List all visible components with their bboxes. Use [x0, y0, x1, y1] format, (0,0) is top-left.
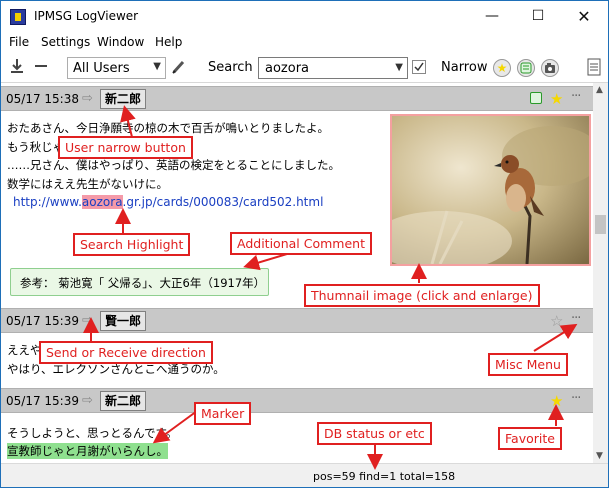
close-button[interactable]: ✕ [561, 1, 607, 32]
comment-filter-icon[interactable] [517, 59, 535, 77]
comment-icon[interactable] [530, 92, 542, 104]
direction-arrow-icon: ⇨ [82, 393, 93, 408]
favorite-star-outline-icon[interactable]: ☆ [550, 312, 563, 330]
pencil-icon[interactable] [171, 59, 185, 75]
menu-settings[interactable]: Settings [41, 35, 90, 49]
message-line: ええや [7, 343, 42, 357]
scroll-up-icon[interactable]: ▲ [596, 85, 603, 95]
search-value: aozora [265, 61, 310, 76]
annotation-search-highlight: Search Highlight [73, 233, 191, 256]
annotation-user-narrow: User narrow button [58, 136, 193, 159]
message-link[interactable]: http://www.aozora.gr.jp/cards/000083/car… [13, 195, 323, 209]
link-prefix: http://www. [13, 195, 82, 209]
message-date: 05/17 15:39 [6, 394, 79, 408]
misc-menu-icon[interactable]: ··· [571, 89, 581, 104]
download-icon[interactable] [10, 58, 24, 74]
message-header: 05/17 15:38 ⇨ 新二郎 ★ ··· [1, 86, 593, 111]
scroll-thumb[interactable] [595, 215, 606, 234]
direction-arrow-icon: ⇨ [82, 91, 93, 106]
annotation-direction: Send or Receive direction [39, 341, 213, 364]
menu-file[interactable]: File [9, 35, 29, 49]
chevron-down-icon: ▼ [395, 62, 403, 73]
message-line: ……兄さん、僕はやっぱり、英語の検定をとることにしました。 [7, 158, 341, 172]
checkbox-icon[interactable] [412, 60, 426, 74]
message-line: そうしようと、思っとるんです。 [7, 426, 178, 440]
status-bar: pos=59 find=1 total=158 [1, 463, 608, 487]
user-narrow-button[interactable]: 賢一郎 [100, 311, 147, 331]
camera-filter-icon[interactable] [541, 59, 559, 77]
message-header: 05/17 15:39 ⇨ 新二郎 ★ ··· [1, 388, 593, 413]
search-input[interactable]: aozora ▼ [258, 57, 408, 79]
vertical-scrollbar[interactable]: ▲ ▼ [593, 83, 608, 463]
message-date: 05/17 15:38 [6, 92, 79, 106]
direction-arrow-icon: ⇨ [82, 313, 93, 328]
message-header: 05/17 15:39 ⇨ 賢一郎 ☆ ··· [1, 308, 593, 333]
message-line: 数学にはええ先生がないけに。 [7, 177, 168, 191]
search-highlight: aozora [81, 195, 123, 209]
favorite-star-icon[interactable]: ★ [550, 392, 563, 410]
annotation-marker: Marker [194, 402, 252, 425]
title-bar: IPMSG LogViewer — ☐ ✕ [1, 1, 608, 32]
narrow-label: Narrow [441, 60, 488, 75]
user-narrow-button[interactable]: 新二郎 [100, 391, 147, 411]
annotation-favorite: Favorite [498, 427, 562, 450]
user-narrow-button[interactable]: 新二郎 [100, 89, 147, 109]
app-window: IPMSG LogViewer — ☐ ✕ File Settings Wind… [0, 0, 609, 488]
menu-help[interactable]: Help [155, 35, 182, 49]
star-filter-icon[interactable]: ★ [493, 59, 511, 77]
message-line: おたあさん、今日浄願寺の椋の木で百舌が鳴いとりましたよ。 [7, 121, 329, 135]
search-label: Search [208, 60, 253, 75]
message-date: 05/17 15:39 [6, 314, 79, 328]
chevron-down-icon: ▼ [153, 61, 161, 72]
thumbnail-image[interactable] [390, 114, 591, 266]
annotation-thumbnail: Thumnail image (click and enlarge) [304, 284, 540, 307]
marked-text: 宣教師じゃと月謝がいらんし。 [7, 443, 168, 459]
user-filter-select[interactable]: All Users ▼ [67, 57, 166, 79]
link-suffix: .gr.jp/cards/000083/card502.html [122, 195, 324, 209]
annotation-db-status: DB status or etc [317, 422, 432, 445]
maximize-button[interactable]: ☐ [515, 1, 561, 32]
collapse-icon[interactable] [34, 59, 48, 73]
misc-menu-icon[interactable]: ··· [571, 311, 581, 326]
minimize-button[interactable]: — [469, 1, 515, 32]
toolbar: All Users ▼ Search aozora ▼ Narrow ★ [1, 53, 608, 83]
document-icon[interactable] [587, 58, 601, 76]
comment-text: 参考： 菊池寛「 父帰る」、大正6年（1917年） [20, 276, 266, 290]
misc-menu-icon[interactable]: ··· [571, 391, 581, 406]
annotation-additional-comment: Additional Comment [230, 232, 372, 255]
user-filter-value: All Users [73, 61, 130, 76]
additional-comment: 参考： 菊池寛「 父帰る」、大正6年（1917年） [10, 268, 269, 296]
annotation-misc-menu: Misc Menu [488, 353, 568, 376]
window-title: IPMSG LogViewer [34, 9, 139, 23]
app-icon [10, 9, 26, 25]
favorite-star-icon[interactable]: ★ [550, 90, 563, 108]
menu-window[interactable]: Window [97, 35, 144, 49]
menu-bar: File Settings Window Help [1, 32, 608, 52]
scroll-down-icon[interactable]: ▼ [596, 451, 603, 461]
db-status: pos=59 find=1 total=158 [313, 470, 456, 483]
